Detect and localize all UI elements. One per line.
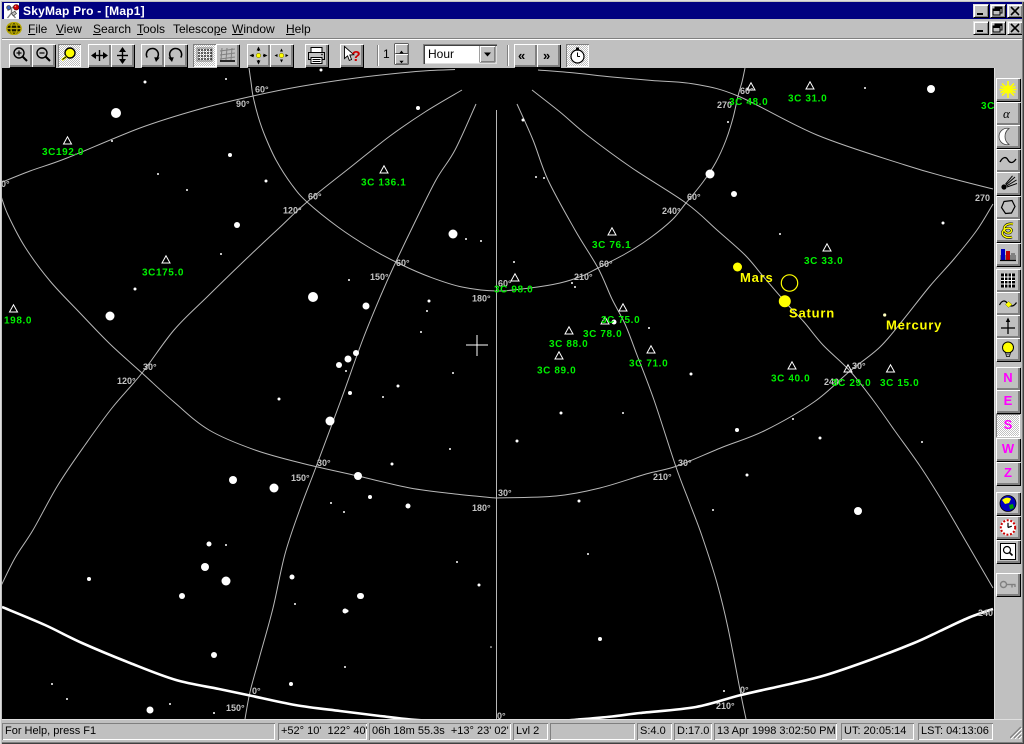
svg-text:60°: 60° — [396, 258, 410, 268]
svg-text:Saturn: Saturn — [789, 306, 835, 321]
svg-text:210°: 210° — [653, 472, 672, 482]
svg-text:3C192.0: 3C192.0 — [42, 147, 84, 158]
svg-text:«: « — [518, 48, 525, 63]
svg-text:60°: 60° — [308, 192, 322, 202]
svg-text:150°: 150° — [291, 473, 310, 483]
svg-text:3C 71.0: 3C 71.0 — [629, 359, 668, 370]
svg-text:3C 76.1: 3C 76.1 — [592, 240, 631, 251]
svg-text:30°: 30° — [678, 458, 692, 468]
svg-text:180°: 180° — [472, 294, 491, 304]
svg-text:0°: 0° — [2, 179, 10, 189]
svg-text:3C 78.0: 3C 78.0 — [583, 329, 622, 340]
svg-text:Mercury: Mercury — [886, 318, 942, 333]
svg-text:90°: 90° — [236, 99, 250, 109]
svg-text:60°: 60° — [740, 86, 754, 96]
svg-text:3C 136.1: 3C 136.1 — [361, 178, 406, 189]
svg-text:210°: 210° — [574, 272, 593, 282]
svg-text:180°: 180° — [472, 503, 491, 513]
svg-text:?: ? — [352, 48, 361, 65]
svg-text:60°: 60° — [687, 192, 701, 202]
svg-text:0°: 0° — [497, 711, 506, 719]
svg-text:0°: 0° — [252, 686, 261, 696]
svg-text:3C 88.0: 3C 88.0 — [549, 339, 588, 350]
svg-text:120°: 120° — [117, 376, 136, 386]
svg-text:3C175.0: 3C175.0 — [142, 268, 184, 279]
svg-text:3C 75.0: 3C 75.0 — [601, 315, 640, 326]
svg-text:120°: 120° — [283, 206, 302, 216]
svg-text:3C 31.0: 3C 31.0 — [788, 94, 827, 105]
svg-text:30°: 30° — [498, 488, 512, 498]
svg-text:3C: 3C — [981, 101, 994, 112]
svg-text:30°: 30° — [852, 361, 866, 371]
svg-text:3C 98.0: 3C 98.0 — [494, 285, 533, 296]
svg-text:30°: 30° — [317, 458, 331, 468]
svg-text:3C 89.0: 3C 89.0 — [537, 366, 576, 377]
svg-text:3C 40.0: 3C 40.0 — [771, 374, 810, 385]
svg-text:3C 29.0: 3C 29.0 — [832, 378, 871, 389]
svg-text:210°: 210° — [716, 701, 735, 711]
svg-text:198.0: 198.0 — [4, 316, 32, 327]
svg-text:»: » — [543, 48, 550, 63]
svg-text:Mars: Mars — [740, 270, 774, 285]
svg-text:150°: 150° — [370, 272, 389, 282]
svg-text:60°: 60° — [255, 85, 269, 95]
svg-text:60°: 60° — [599, 259, 613, 269]
svg-text:3C 33.0: 3C 33.0 — [804, 256, 843, 267]
svg-text:30°: 30° — [143, 362, 157, 372]
svg-text:0°: 0° — [740, 685, 749, 695]
svg-text:3C 48.0: 3C 48.0 — [729, 97, 768, 108]
svg-text:240: 240 — [978, 608, 993, 618]
svg-text:270: 270 — [975, 193, 990, 203]
svg-text:240°: 240° — [662, 206, 681, 216]
svg-text:3C 15.0: 3C 15.0 — [880, 378, 919, 389]
svg-text:150°: 150° — [226, 703, 245, 713]
svg-text:α: α — [1003, 106, 1011, 121]
